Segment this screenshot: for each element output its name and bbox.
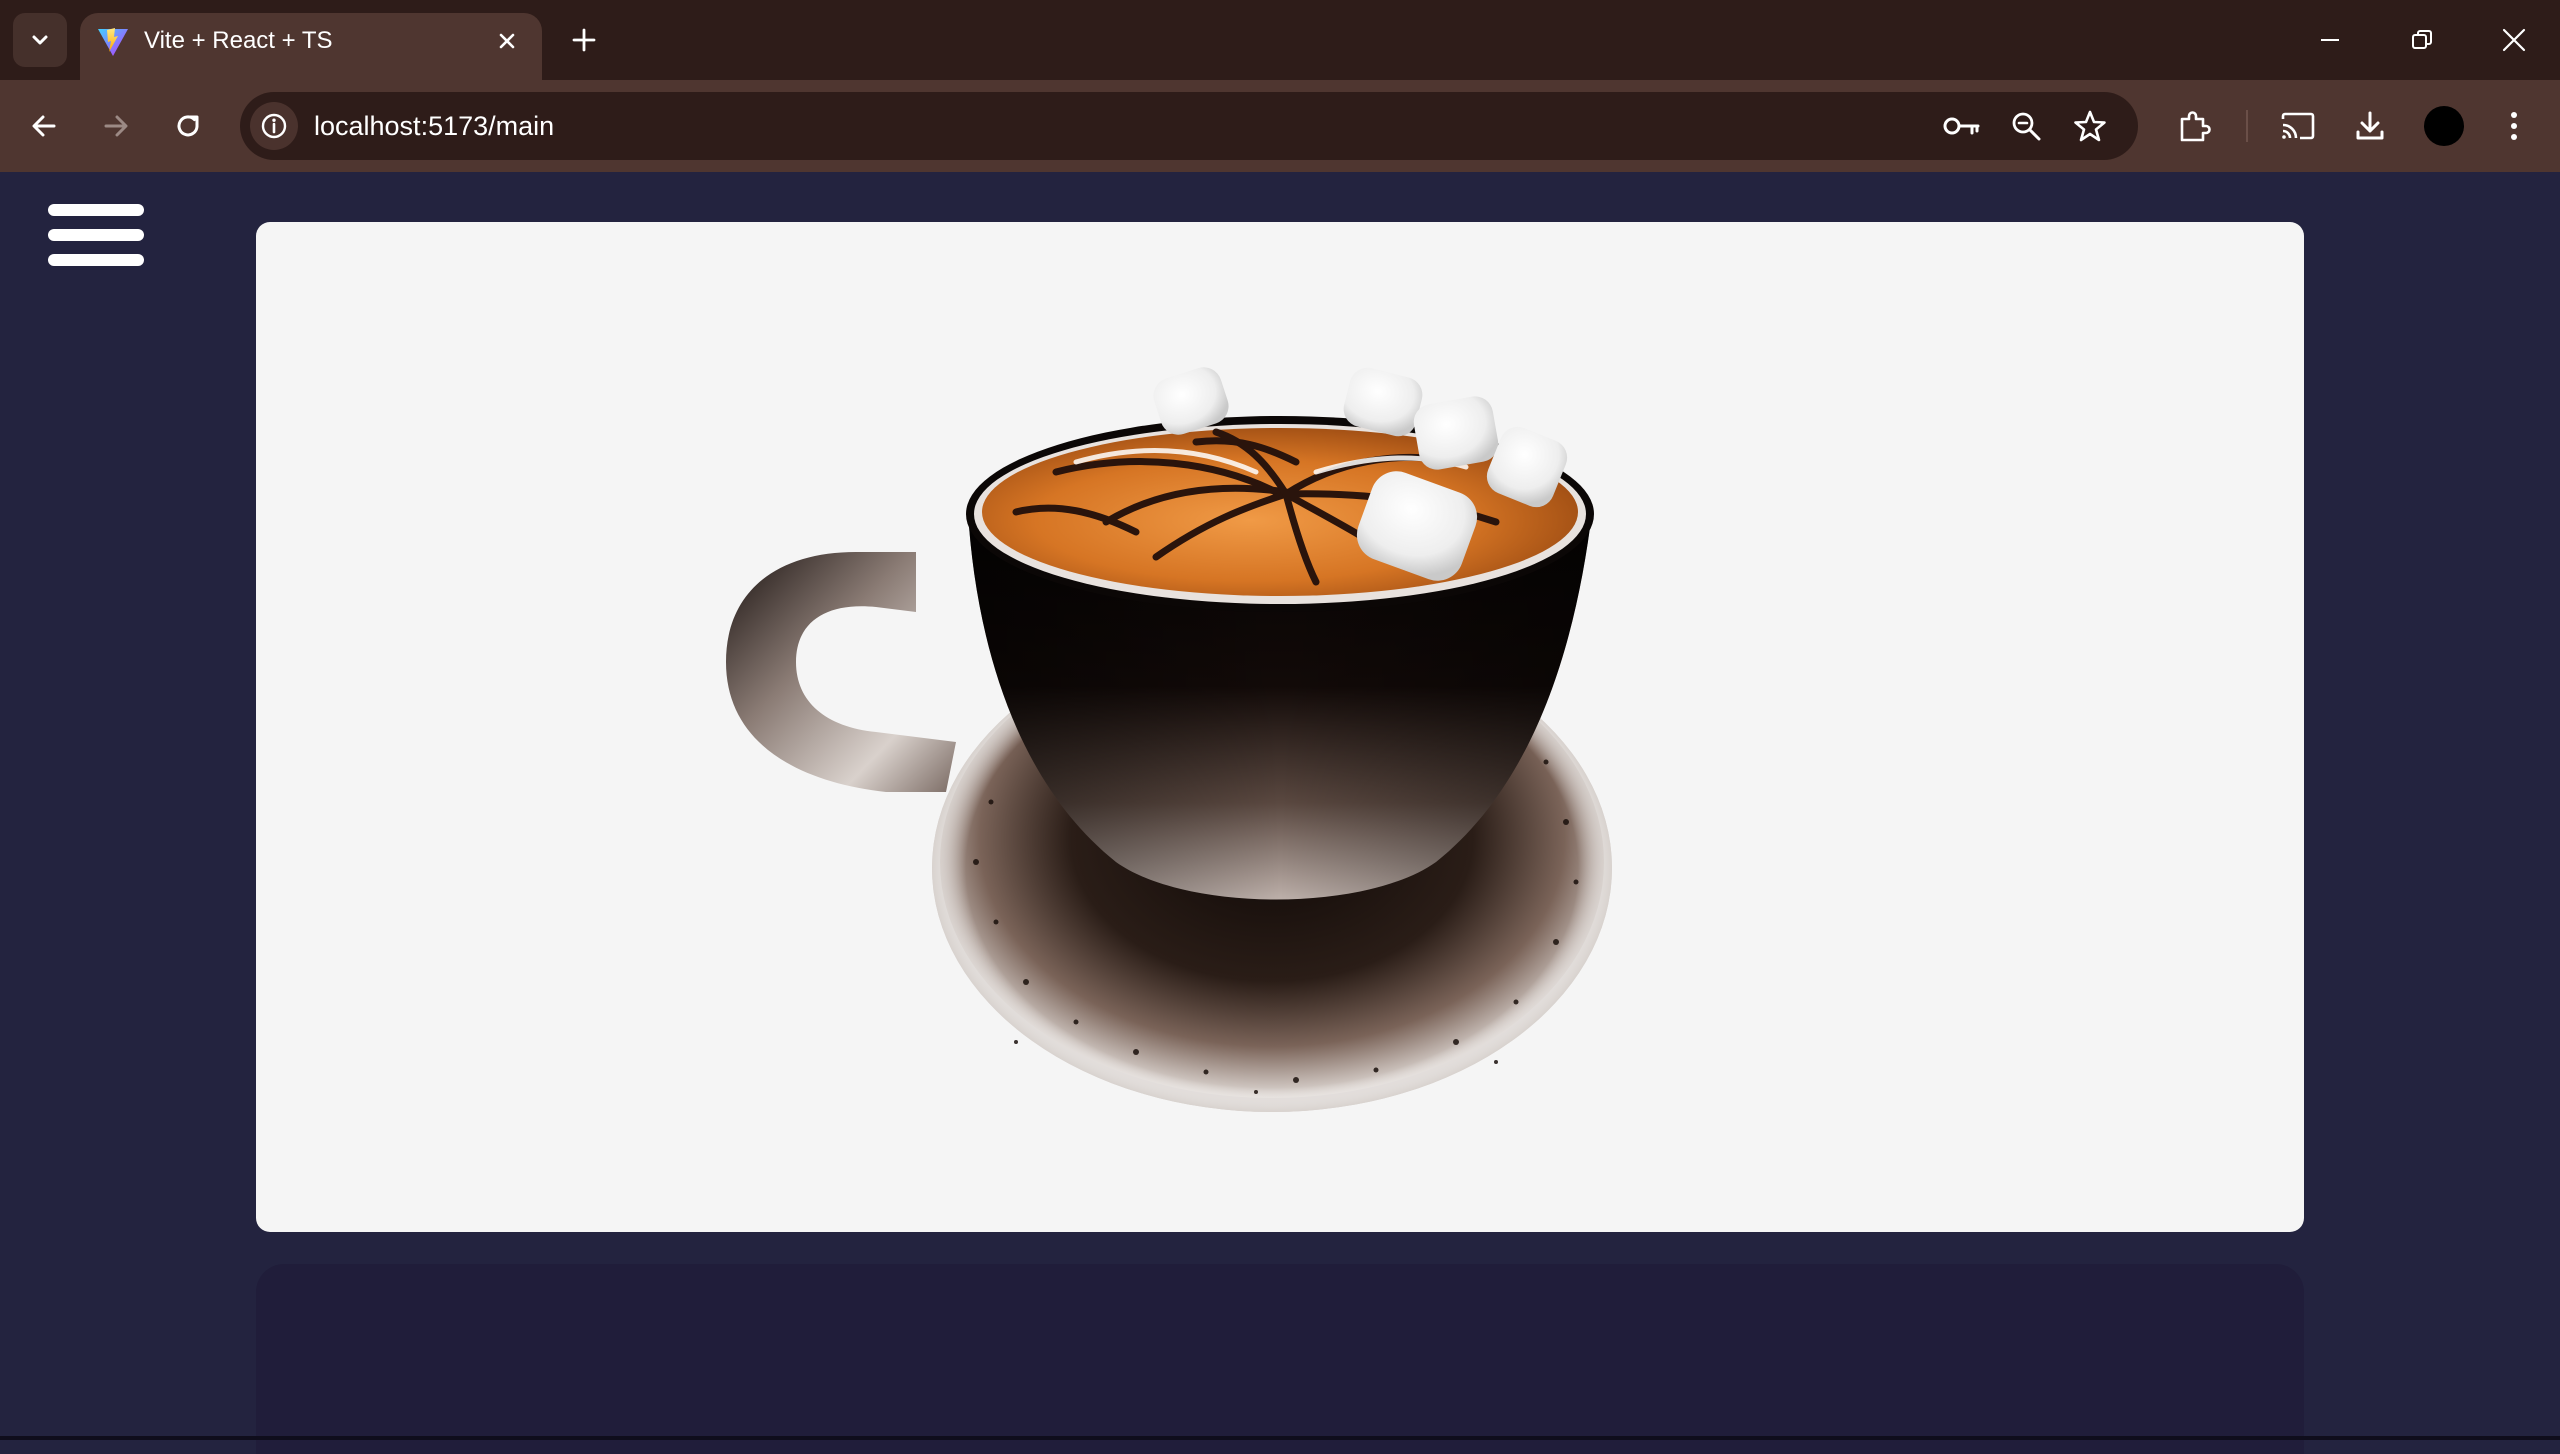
zoom-out-icon <box>2012 112 2041 141</box>
arrow-left-icon <box>32 115 56 137</box>
downloads-button[interactable] <box>2346 102 2394 150</box>
window-bottom-edge <box>0 1436 2560 1440</box>
browser-toolbar: localhost:5173/main <box>0 80 2560 172</box>
restore-icon <box>2412 30 2432 49</box>
cast-icon <box>2281 112 2315 140</box>
forward-button[interactable] <box>92 102 140 150</box>
tab-title: Vite + React + TS <box>144 27 333 54</box>
zoom-button[interactable] <box>2002 102 2050 150</box>
toolbar-separator <box>2246 110 2248 142</box>
restore-button[interactable] <box>2392 12 2452 68</box>
close-tab-button[interactable] <box>488 22 526 60</box>
url-text: localhost:5173/main <box>314 111 555 141</box>
close-icon <box>2502 28 2526 52</box>
reload-icon <box>177 115 199 137</box>
key-icon <box>1943 117 1980 135</box>
plus-icon <box>572 28 596 52</box>
passwords-button[interactable] <box>1938 102 1986 150</box>
extensions-button[interactable] <box>2170 102 2218 150</box>
model-viewer[interactable] <box>256 222 2304 1232</box>
hamburger-menu-button[interactable] <box>48 204 144 266</box>
close-window-button[interactable] <box>2484 12 2544 68</box>
new-tab-button[interactable] <box>562 18 606 62</box>
info-icon <box>261 113 287 139</box>
tab-search-button[interactable] <box>13 13 67 67</box>
tab-strip: Vite + React + TS <box>0 0 2560 80</box>
close-icon <box>499 33 515 49</box>
reload-button[interactable] <box>164 102 212 150</box>
bookmark-button[interactable] <box>2066 102 2114 150</box>
content-panel <box>256 1264 2304 1454</box>
browser-menu-button[interactable] <box>2490 102 2538 150</box>
download-icon <box>2356 111 2384 140</box>
minimize-icon <box>2321 39 2339 41</box>
address-bar[interactable]: localhost:5173/main <box>240 92 2138 160</box>
chevron-down-icon <box>32 35 48 45</box>
back-button[interactable] <box>20 102 68 150</box>
cast-button[interactable] <box>2274 102 2322 150</box>
minimize-button[interactable] <box>2300 12 2360 68</box>
hamburger-icon <box>48 204 144 216</box>
site-info-button[interactable] <box>250 102 298 150</box>
kebab-menu-icon <box>2511 112 2517 140</box>
coffee-cup-model <box>726 367 1612 1112</box>
star-icon <box>2074 110 2106 142</box>
arrow-right-icon <box>104 115 128 137</box>
profile-avatar[interactable] <box>2424 106 2464 146</box>
vite-logo-icon <box>98 28 128 56</box>
puzzle-icon <box>2180 111 2211 142</box>
browser-tab[interactable]: Vite + React + TS <box>80 13 542 80</box>
